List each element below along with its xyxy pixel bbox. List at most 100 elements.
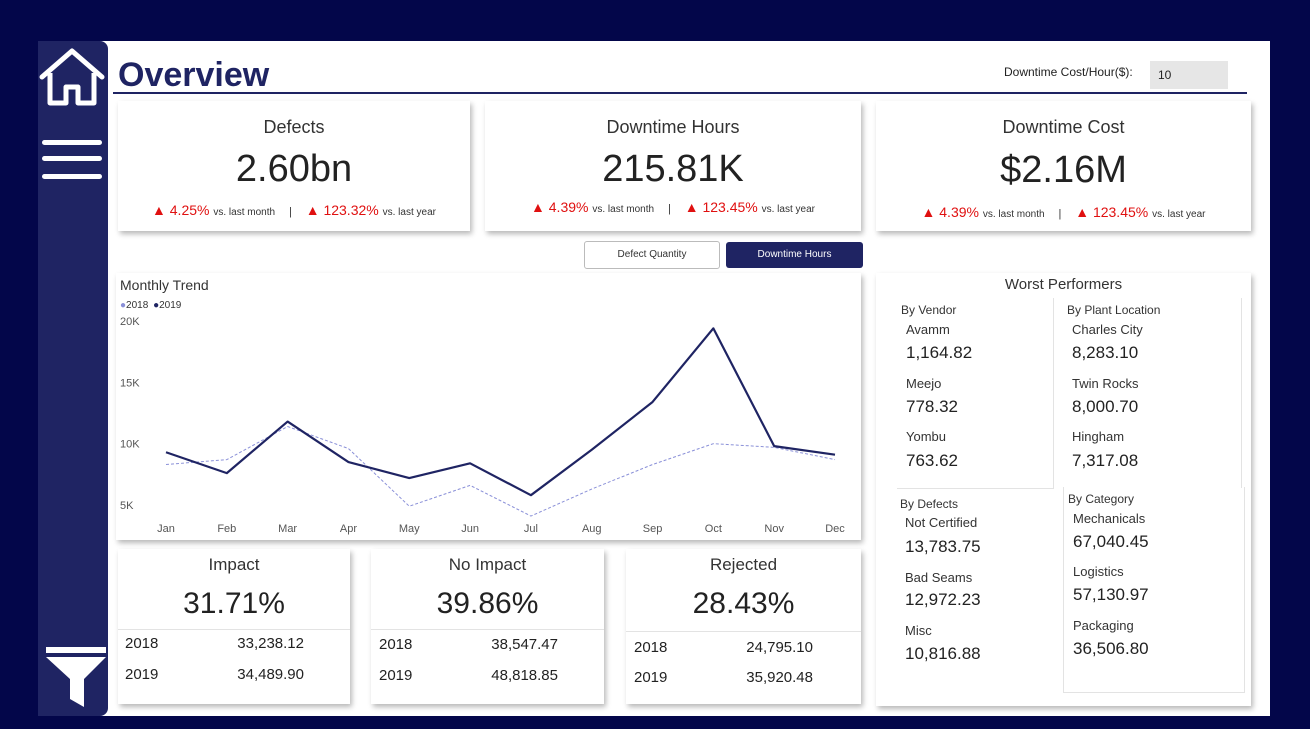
y-tick-label: 5K — [120, 500, 134, 512]
item-value: 8,000.70 — [1072, 397, 1139, 416]
month-label: vs. last month — [213, 207, 276, 218]
item-value: 10,816.88 — [905, 644, 981, 663]
breakdown-value: 28.43% — [692, 587, 795, 620]
section-label: By Plant Location — [1067, 303, 1161, 317]
item-name: Yombu — [906, 429, 946, 444]
kpi-delta-row: ▲ 4.25% vs. last month | ▲ 123.32% vs. l… — [152, 202, 436, 218]
item-value: 12,972.23 — [905, 590, 981, 609]
breakdown-card-rejected: Rejected 28.43% 2018 24,795.10 2019 35,9… — [626, 549, 861, 704]
x-tick-label: Nov — [764, 523, 784, 535]
kpi-card-downtime-hours: Downtime Hours 215.81K ▲ 4.39% vs. last … — [485, 101, 861, 231]
defect-quantity-button[interactable]: Defect Quantity — [584, 241, 720, 269]
funnel-filter-icon[interactable] — [44, 645, 108, 709]
x-tick-label: Aug — [582, 523, 602, 535]
row-year: 2019 — [125, 666, 159, 683]
item-name: Packaging — [1073, 618, 1134, 633]
by-category-section: By Category Mechanicals 67,040.45 Logist… — [1063, 487, 1245, 693]
x-tick-label: Dec — [825, 523, 845, 535]
home-icon[interactable] — [38, 47, 106, 107]
kpi-card-defects: Defects 2.60bn ▲ 4.25% vs. last month | … — [118, 101, 470, 231]
up-arrow-icon: ▲ — [305, 202, 320, 218]
breakdown-title: Impact — [208, 555, 260, 574]
item-name: Bad Seams — [905, 570, 973, 585]
year-label: vs. last year — [382, 207, 436, 218]
item-value: 7,317.08 — [1072, 451, 1139, 470]
year-delta: 123.32% — [323, 202, 379, 218]
year-delta: 123.45% — [1092, 204, 1149, 220]
kpi-value: 2.60bn — [235, 148, 353, 190]
y-tick-label: 15K — [120, 377, 140, 389]
year-label: vs. last year — [761, 204, 815, 215]
item-name: Misc — [905, 623, 932, 638]
year-delta: 123.45% — [702, 199, 758, 215]
up-arrow-icon: ▲ — [921, 204, 936, 220]
x-tick-label: Jul — [524, 523, 538, 535]
up-arrow-icon: ▲ — [152, 202, 166, 218]
row-value: 48,818.85 — [491, 667, 558, 684]
item-name: Twin Rocks — [1072, 376, 1139, 391]
row-year: 2018 — [125, 635, 159, 652]
breakdown-card-no-impact: No Impact 39.86% 2018 38,547.47 2019 48,… — [371, 549, 604, 704]
x-tick-label: Apr — [340, 523, 357, 535]
item-name: Mechanicals — [1073, 511, 1146, 526]
x-tick-label: Feb — [217, 523, 236, 535]
item-value: 763.62 — [906, 451, 958, 470]
kpi-delta-row: ▲ 4.39% vs. last month | ▲ 123.45% vs. l… — [531, 199, 815, 215]
kpi-card-downtime-cost: Downtime Cost $2.16M ▲ 4.39% vs. last mo… — [876, 101, 1251, 231]
row-value: 35,920.48 — [746, 669, 813, 686]
section-label: By Vendor — [901, 303, 957, 317]
downtime-cost-label: Downtime Cost/Hour($): — [1004, 65, 1133, 79]
item-name: Avamm — [906, 322, 950, 337]
by-plant-location-section: By Plant Location Charles City 8,283.10 … — [1063, 298, 1242, 488]
x-tick-label: May — [399, 523, 420, 535]
month-label: vs. last month — [982, 209, 1045, 220]
breakdown-card-impact: Impact 31.71% 2018 33,238.12 2019 34,489… — [118, 549, 350, 704]
item-value: 57,130.97 — [1073, 585, 1149, 604]
section-label: By Category — [1068, 492, 1135, 506]
x-tick-label: Sep — [643, 523, 663, 535]
item-name: Not Certified — [905, 515, 978, 530]
row-value: 38,547.47 — [491, 636, 558, 653]
item-value: 36,506.80 — [1073, 639, 1149, 658]
trend-plot: 20K 15K 10K 5K Jan Feb Mar Apr May Jun Jul Aug Sep Oc… — [120, 316, 845, 535]
kpi-title: Downtime Hours — [606, 117, 740, 137]
downtime-cost-input[interactable]: 10 — [1150, 61, 1228, 89]
up-arrow-icon: ▲ — [1075, 204, 1090, 220]
month-delta: 4.39% — [548, 199, 589, 215]
kpi-value: 215.81K — [602, 148, 744, 190]
x-tick-label: Oct — [705, 523, 722, 535]
month-label: vs. last month — [592, 204, 655, 215]
downtime-hours-button[interactable]: Downtime Hours — [726, 242, 863, 268]
title-underline — [113, 92, 1247, 94]
row-year: 2018 — [379, 636, 413, 653]
series-line-2019 — [165, 327, 836, 497]
x-tick-label: Jun — [461, 523, 479, 535]
row-year: 2019 — [379, 667, 413, 684]
item-name: Logistics — [1073, 564, 1124, 579]
row-value: 33,238.12 — [237, 635, 304, 652]
kpi-delta-row: ▲ 4.39% vs. last month | ▲ 123.45% vs. l… — [921, 204, 1206, 220]
month-delta: 4.25% — [169, 202, 210, 218]
worst-performers-title: Worst Performers — [1004, 276, 1123, 293]
row-year: 2018 — [634, 639, 668, 656]
up-arrow-icon: ▲ — [531, 199, 545, 215]
breakdown-title: No Impact — [448, 555, 527, 574]
row-value: 34,489.90 — [237, 666, 304, 683]
by-vendor-section: By Vendor Avamm 1,164.82 Meejo 778.32 Yo… — [897, 298, 1054, 489]
item-name: Meejo — [906, 376, 942, 391]
year-label: vs. last year — [1152, 209, 1206, 220]
breakdown-value: 39.86% — [436, 587, 539, 620]
hamburger-menu-icon[interactable] — [42, 136, 102, 186]
page-title: Overview — [118, 56, 270, 94]
kpi-title: Defects — [263, 117, 325, 137]
row-value: 24,795.10 — [746, 639, 813, 656]
row-year: 2019 — [634, 669, 668, 686]
section-label: By Defects — [900, 497, 959, 511]
item-value: 13,783.75 — [905, 537, 981, 556]
x-tick-label: Mar — [278, 523, 297, 535]
item-name: Charles City — [1072, 322, 1143, 337]
item-value: 67,040.45 — [1073, 532, 1149, 551]
y-tick-label: 20K — [120, 316, 140, 328]
item-value: 778.32 — [906, 397, 958, 416]
item-value: 1,164.82 — [906, 343, 973, 362]
